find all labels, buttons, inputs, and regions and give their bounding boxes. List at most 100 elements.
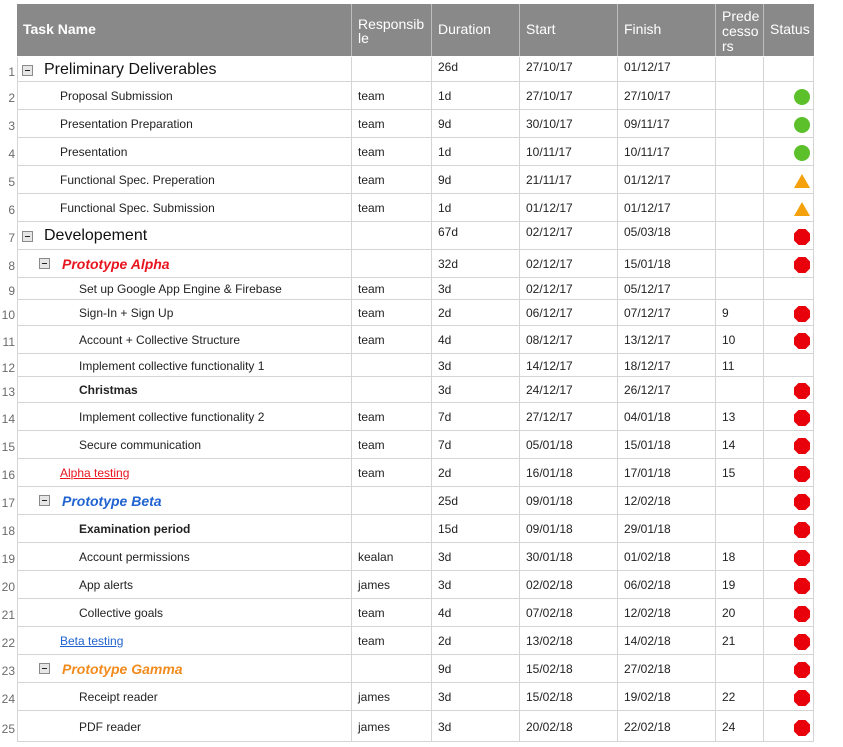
table-row[interactable]: 2 Proposal Submission team 1d 27/10/17 27/10/… — [0, 82, 843, 110]
col-header-start[interactable]: Start — [520, 4, 618, 56]
col-header-predecessors[interactable]: Prede cesso rs — [716, 4, 764, 56]
table-row[interactable]: 13 Christmas 3d 24/12/17 26/12/17 — [0, 377, 843, 403]
cell-name[interactable]: Preliminary Deliverables — [17, 57, 352, 82]
table-row[interactable]: 14 Implement collective functionality 2 te… — [0, 403, 843, 431]
cell-status[interactable] — [764, 683, 814, 711]
cell-finish[interactable]: 01/02/18 — [618, 543, 716, 571]
cell-duration[interactable]: 1d — [432, 82, 520, 110]
table-row[interactable]: 3 Presentation Preparation team 9d 30/10/17 0… — [0, 110, 843, 138]
cell-responsible[interactable]: team — [352, 166, 432, 194]
cell-finish[interactable]: 05/03/18 — [618, 222, 716, 250]
table-row[interactable]: 22 Beta testing team 2d 13/02/18 14/02/18 21 — [0, 627, 843, 655]
cell-responsible[interactable]: kealan — [352, 543, 432, 571]
cell-duration[interactable]: 3d — [432, 711, 520, 742]
cell-start[interactable]: 01/12/17 — [520, 194, 618, 222]
cell-status[interactable] — [764, 487, 814, 515]
cell-duration[interactable]: 7d — [432, 431, 520, 459]
cell-pred[interactable] — [716, 166, 764, 194]
table-row[interactable]: 24 Receipt reader james 3d 15/02/18 19/02/18 2… — [0, 683, 843, 711]
cell-status[interactable] — [764, 543, 814, 571]
cell-finish[interactable]: 13/12/17 — [618, 326, 716, 354]
cell-responsible[interactable]: team — [352, 194, 432, 222]
cell-name[interactable]: Presentation Preparation — [17, 110, 352, 138]
cell-start[interactable]: 21/11/17 — [520, 166, 618, 194]
table-row[interactable]: 5 Functional Spec. Preperation team 9d 21/11… — [0, 166, 843, 194]
cell-start[interactable]: 24/12/17 — [520, 377, 618, 403]
cell-status[interactable] — [764, 250, 814, 278]
cell-responsible[interactable] — [352, 487, 432, 515]
cell-finish[interactable]: 18/12/17 — [618, 354, 716, 377]
cell-duration[interactable]: 9d — [432, 166, 520, 194]
cell-name[interactable]: Sign-In + Sign Up — [17, 300, 352, 326]
cell-start[interactable]: 15/02/18 — [520, 683, 618, 711]
col-header-responsible[interactable]: Responsib le — [352, 4, 432, 56]
cell-duration[interactable]: 2d — [432, 300, 520, 326]
table-row[interactable]: 12 Implement collective functionality 1 3d… — [0, 354, 843, 377]
cell-pred[interactable] — [716, 278, 764, 300]
cell-responsible[interactable]: team — [352, 300, 432, 326]
cell-name[interactable]: App alerts — [17, 571, 352, 599]
cell-start[interactable]: 08/12/17 — [520, 326, 618, 354]
cell-start[interactable]: 02/12/17 — [520, 250, 618, 278]
cell-name[interactable]: Account permissions — [17, 543, 352, 571]
col-header-finish[interactable]: Finish — [618, 4, 716, 56]
cell-status[interactable] — [764, 431, 814, 459]
cell-status[interactable] — [764, 300, 814, 326]
table-row[interactable]: 17 Prototype Beta 25d 09/01/18 12/02/18 — [0, 487, 843, 515]
cell-start[interactable]: 02/02/18 — [520, 571, 618, 599]
cell-responsible[interactable] — [352, 250, 432, 278]
cell-name[interactable]: PDF reader — [17, 711, 352, 742]
cell-status[interactable] — [764, 711, 814, 742]
cell-start[interactable]: 05/01/18 — [520, 431, 618, 459]
table-row[interactable]: 19 Account permissions kealan 3d 30/01/18 01/… — [0, 543, 843, 571]
cell-finish[interactable]: 29/01/18 — [618, 515, 716, 543]
table-row[interactable]: 18 Examination period 15d 09/01/18 29/01/18 — [0, 515, 843, 543]
cell-duration[interactable]: 3d — [432, 377, 520, 403]
col-header-duration[interactable]: Duration — [432, 4, 520, 56]
cell-duration[interactable]: 2d — [432, 459, 520, 487]
cell-responsible[interactable] — [352, 515, 432, 543]
cell-finish[interactable]: 15/01/18 — [618, 431, 716, 459]
cell-start[interactable]: 09/01/18 — [520, 515, 618, 543]
cell-duration[interactable]: 15d — [432, 515, 520, 543]
cell-finish[interactable]: 26/12/17 — [618, 377, 716, 403]
cell-pred[interactable] — [716, 57, 764, 82]
cell-responsible[interactable]: team — [352, 110, 432, 138]
cell-finish[interactable]: 05/12/17 — [618, 278, 716, 300]
collapse-toggle-icon[interactable] — [39, 258, 50, 269]
cell-duration[interactable]: 2d — [432, 627, 520, 655]
table-row[interactable]: 1 Preliminary Deliverables 26d 27/10/17 01/1… — [0, 57, 843, 82]
cell-name[interactable]: Proposal Submission — [17, 82, 352, 110]
cell-responsible[interactable]: team — [352, 82, 432, 110]
cell-start[interactable]: 13/02/18 — [520, 627, 618, 655]
table-row[interactable]: 11 Account + Collective Structure team 4d 08… — [0, 326, 843, 354]
cell-duration[interactable]: 9d — [432, 655, 520, 683]
cell-responsible[interactable] — [352, 377, 432, 403]
cell-start[interactable]: 30/01/18 — [520, 543, 618, 571]
cell-start[interactable]: 30/10/17 — [520, 110, 618, 138]
cell-pred[interactable]: 10 — [716, 326, 764, 354]
cell-responsible[interactable] — [352, 354, 432, 377]
col-header-status[interactable]: Status — [764, 4, 814, 56]
cell-name[interactable]: Alpha testing — [17, 459, 352, 487]
cell-name[interactable]: Secure communication — [17, 431, 352, 459]
cell-start[interactable]: 15/02/18 — [520, 655, 618, 683]
cell-status[interactable] — [764, 571, 814, 599]
table-row[interactable]: 8 Prototype Alpha 32d 02/12/17 15/01/18 — [0, 250, 843, 278]
cell-duration[interactable]: 25d — [432, 487, 520, 515]
cell-pred[interactable] — [716, 222, 764, 250]
cell-name[interactable]: Implement collective functionality 2 — [17, 403, 352, 431]
cell-finish[interactable]: 01/12/17 — [618, 194, 716, 222]
cell-name[interactable]: Prototype Alpha — [17, 250, 352, 278]
cell-start[interactable]: 14/12/17 — [520, 354, 618, 377]
cell-start[interactable]: 16/01/18 — [520, 459, 618, 487]
cell-start[interactable]: 02/12/17 — [520, 222, 618, 250]
cell-finish[interactable]: 15/01/18 — [618, 250, 716, 278]
cell-responsible[interactable] — [352, 222, 432, 250]
cell-pred[interactable] — [716, 250, 764, 278]
cell-finish[interactable]: 22/02/18 — [618, 711, 716, 742]
cell-pred[interactable]: 11 — [716, 354, 764, 377]
cell-pred[interactable] — [716, 487, 764, 515]
cell-pred[interactable]: 21 — [716, 627, 764, 655]
cell-finish[interactable]: 14/02/18 — [618, 627, 716, 655]
